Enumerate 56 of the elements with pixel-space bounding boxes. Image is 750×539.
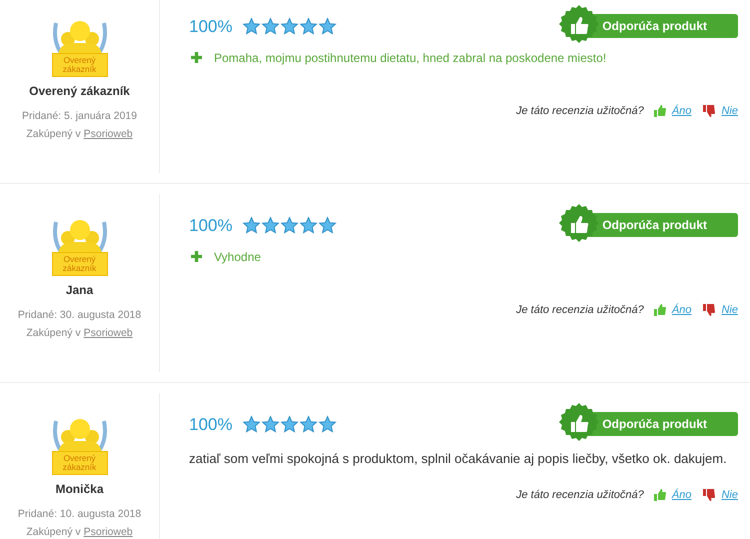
plus-icon <box>191 251 202 262</box>
shop-link[interactable]: Psorioweb <box>84 126 133 142</box>
star-icon <box>242 415 262 434</box>
star-icon <box>299 415 318 434</box>
rating-percent: 100% <box>189 215 232 237</box>
thumbs-down-icon <box>703 488 716 501</box>
thumbs-up-icon <box>558 203 600 245</box>
star-icon <box>299 216 318 236</box>
helpful-yes-link[interactable]: Áno <box>672 486 692 503</box>
helpful-no-link[interactable]: Nie <box>721 102 738 119</box>
shop-link[interactable]: Psorioweb <box>84 326 133 342</box>
purchased-label: Zakúpený v <box>26 326 81 341</box>
verified-badge-label: Overený zákazník <box>52 252 108 276</box>
purchased-label: Zakúpený v <box>26 126 81 142</box>
thumbs-up-icon <box>558 402 600 444</box>
helpful-yes-link[interactable]: Áno <box>672 102 692 119</box>
thumbs-up-icon <box>558 4 600 46</box>
thumbs-up-icon <box>654 104 666 117</box>
helpful-no-link[interactable]: Nie <box>721 302 738 318</box>
thumbs-down-icon <box>703 104 716 117</box>
star-icon <box>242 216 262 236</box>
helpful-no-link[interactable]: Nie <box>721 486 738 503</box>
star-icon <box>261 17 280 36</box>
verified-badge-label: Overený zákazník <box>52 53 108 77</box>
star-icon <box>242 17 262 36</box>
author-name: Overený zákazník <box>29 83 130 100</box>
author-name: Jana <box>66 282 94 299</box>
plus-icon <box>191 52 202 63</box>
verified-badge-label: Overený zákazník <box>52 451 108 475</box>
star-icon <box>299 17 318 36</box>
review-pro: Vyhodne <box>214 248 261 266</box>
added-date: Pridané: 5. januára 2019 <box>22 109 137 124</box>
author-name: Monička <box>55 481 104 498</box>
review-pro: Pomaha, mojmu postihnutemu dietatu, hned zabral na poskodene miesto! <box>214 50 606 66</box>
rating-percent: 100% <box>189 414 232 436</box>
star-icon <box>280 216 300 236</box>
review-text: zatiaľ som veľmi spokojná s produktom, splnil očakávanie aj popis liečby, všetko ok. dakujem. <box>189 450 727 466</box>
added-date: Pridané: 10. augusta 2018 <box>18 507 142 522</box>
helpful-question: Je táto recenzia užitočná? <box>516 302 644 318</box>
star-icon <box>318 415 338 434</box>
star-icon <box>318 216 338 236</box>
added-date: Pridané: 30. augusta 2018 <box>18 308 142 323</box>
star-icon <box>261 216 280 236</box>
rating-percent: 100% <box>189 16 232 38</box>
star-icon <box>280 415 300 434</box>
thumbs-up-icon <box>654 304 666 316</box>
star-icon <box>261 415 280 434</box>
purchased-label: Zakúpený v <box>26 524 81 539</box>
star-icon <box>318 17 338 36</box>
helpful-question: Je táto recenzia užitočná? <box>516 488 644 502</box>
thumbs-up-icon <box>654 488 666 501</box>
helpful-yes-link[interactable]: Áno <box>672 302 692 318</box>
shop-link[interactable]: Psorioweb <box>84 524 133 539</box>
thumbs-down-icon <box>703 304 716 316</box>
star-icon <box>280 17 300 36</box>
helpful-question: Je táto recenzia užitočná? <box>516 104 644 118</box>
